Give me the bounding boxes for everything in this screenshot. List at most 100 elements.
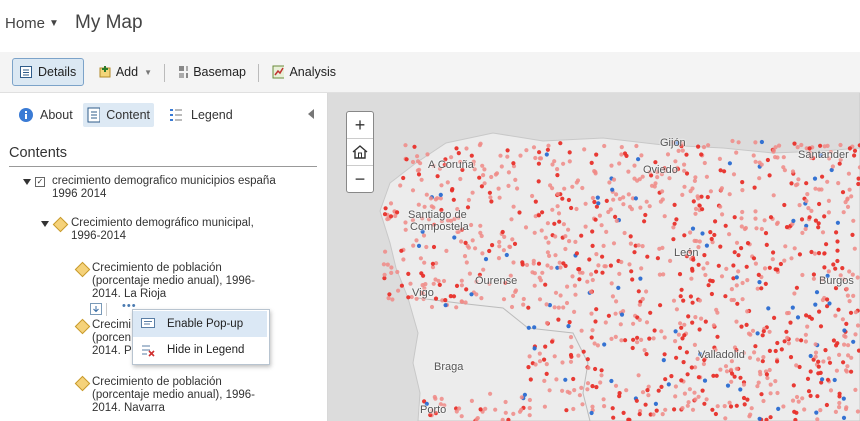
population-dot[interactable] bbox=[590, 328, 595, 333]
population-dot[interactable] bbox=[799, 142, 804, 148]
population-dot[interactable] bbox=[464, 287, 469, 292]
population-dot[interactable] bbox=[761, 355, 766, 360]
population-dot[interactable] bbox=[480, 163, 485, 168]
population-dot[interactable] bbox=[654, 408, 659, 413]
population-dot[interactable] bbox=[519, 395, 524, 400]
population-dot[interactable] bbox=[804, 198, 809, 204]
population-dot[interactable] bbox=[855, 323, 860, 328]
population-dot[interactable] bbox=[727, 400, 732, 405]
population-dot[interactable] bbox=[716, 263, 721, 268]
population-dot[interactable] bbox=[398, 183, 403, 188]
population-dot[interactable] bbox=[655, 256, 660, 261]
population-dot[interactable] bbox=[758, 372, 763, 377]
population-dot[interactable] bbox=[813, 186, 818, 191]
population-dot[interactable] bbox=[791, 383, 796, 388]
population-dot[interactable] bbox=[846, 343, 851, 348]
population-dot[interactable] bbox=[560, 360, 565, 365]
population-dot[interactable] bbox=[598, 380, 603, 385]
population-dot[interactable] bbox=[645, 388, 650, 393]
population-dot[interactable] bbox=[635, 335, 640, 340]
population-dot[interactable] bbox=[497, 239, 502, 245]
population-dot[interactable] bbox=[500, 229, 505, 235]
population-dot[interactable] bbox=[833, 266, 838, 271]
home-extent-button[interactable] bbox=[347, 138, 373, 165]
population-dot[interactable] bbox=[803, 226, 808, 232]
population-dot[interactable] bbox=[536, 261, 542, 266]
population-dot[interactable] bbox=[811, 276, 816, 281]
population-dot[interactable] bbox=[632, 163, 637, 168]
population-dot[interactable] bbox=[821, 359, 826, 364]
population-dot[interactable] bbox=[671, 237, 676, 242]
population-dot[interactable] bbox=[807, 215, 812, 220]
population-dot[interactable] bbox=[545, 147, 550, 152]
population-dot[interactable] bbox=[585, 387, 590, 392]
population-dot[interactable] bbox=[617, 394, 622, 399]
population-dot[interactable] bbox=[837, 161, 842, 166]
population-dot[interactable] bbox=[718, 367, 723, 372]
population-dot[interactable] bbox=[585, 381, 591, 386]
population-dot[interactable] bbox=[646, 393, 651, 398]
population-dot[interactable] bbox=[766, 306, 771, 311]
population-dot[interactable] bbox=[637, 412, 642, 417]
population-dot[interactable] bbox=[570, 274, 575, 279]
population-dot[interactable] bbox=[674, 217, 679, 222]
population-dot[interactable] bbox=[763, 231, 769, 236]
population-dot[interactable] bbox=[756, 380, 761, 385]
population-dot[interactable] bbox=[637, 317, 642, 322]
population-dot[interactable] bbox=[636, 157, 641, 162]
population-dot[interactable] bbox=[443, 298, 448, 303]
population-dot[interactable] bbox=[436, 278, 441, 284]
population-dot[interactable] bbox=[651, 336, 656, 341]
population-dot[interactable] bbox=[506, 170, 511, 175]
population-dot[interactable] bbox=[511, 161, 516, 166]
population-dot[interactable] bbox=[739, 224, 744, 229]
population-dot[interactable] bbox=[834, 230, 839, 235]
population-dot[interactable] bbox=[478, 141, 483, 146]
zoom-in-button[interactable]: + bbox=[347, 112, 373, 138]
population-dot[interactable] bbox=[383, 206, 388, 211]
population-dot[interactable] bbox=[835, 258, 840, 264]
population-dot[interactable] bbox=[621, 202, 626, 207]
population-dot[interactable] bbox=[764, 372, 769, 377]
population-dot[interactable] bbox=[644, 289, 649, 294]
population-dot[interactable] bbox=[631, 321, 636, 326]
population-dot[interactable] bbox=[772, 315, 777, 320]
population-dot[interactable] bbox=[767, 348, 772, 353]
population-dot[interactable] bbox=[836, 307, 841, 312]
population-dot[interactable] bbox=[740, 188, 745, 193]
population-dot[interactable] bbox=[443, 303, 448, 308]
population-dot[interactable] bbox=[573, 239, 578, 244]
population-dot[interactable] bbox=[802, 407, 807, 412]
population-dot[interactable] bbox=[741, 382, 747, 387]
population-dot[interactable] bbox=[838, 142, 843, 148]
population-dot[interactable] bbox=[671, 225, 676, 230]
population-dot[interactable] bbox=[527, 354, 532, 359]
population-dot[interactable] bbox=[589, 272, 594, 277]
population-dot[interactable] bbox=[692, 238, 697, 243]
population-dot[interactable] bbox=[403, 227, 408, 232]
population-dot[interactable] bbox=[759, 162, 764, 167]
population-dot[interactable] bbox=[435, 174, 440, 179]
population-dot[interactable] bbox=[724, 369, 730, 374]
population-dot[interactable] bbox=[722, 169, 727, 174]
population-dot[interactable] bbox=[768, 415, 773, 420]
population-dot[interactable] bbox=[729, 379, 734, 384]
population-dot[interactable] bbox=[753, 344, 758, 349]
population-dot[interactable] bbox=[706, 283, 711, 288]
population-dot[interactable] bbox=[416, 243, 422, 248]
population-dot[interactable] bbox=[808, 369, 813, 374]
population-dot[interactable] bbox=[613, 214, 618, 219]
population-dot[interactable] bbox=[835, 248, 840, 253]
population-dot[interactable] bbox=[800, 396, 805, 401]
population-dot[interactable] bbox=[702, 253, 707, 258]
population-dot[interactable] bbox=[837, 352, 842, 357]
details-button[interactable]: Details bbox=[12, 58, 84, 86]
population-dot[interactable] bbox=[849, 194, 854, 199]
population-dot[interactable] bbox=[383, 249, 388, 254]
population-dot[interactable] bbox=[419, 271, 424, 276]
population-dot[interactable] bbox=[660, 197, 665, 202]
population-dot[interactable] bbox=[835, 239, 840, 244]
population-dot[interactable] bbox=[846, 171, 852, 176]
population-dot[interactable] bbox=[822, 214, 827, 219]
population-dot[interactable] bbox=[418, 256, 423, 261]
